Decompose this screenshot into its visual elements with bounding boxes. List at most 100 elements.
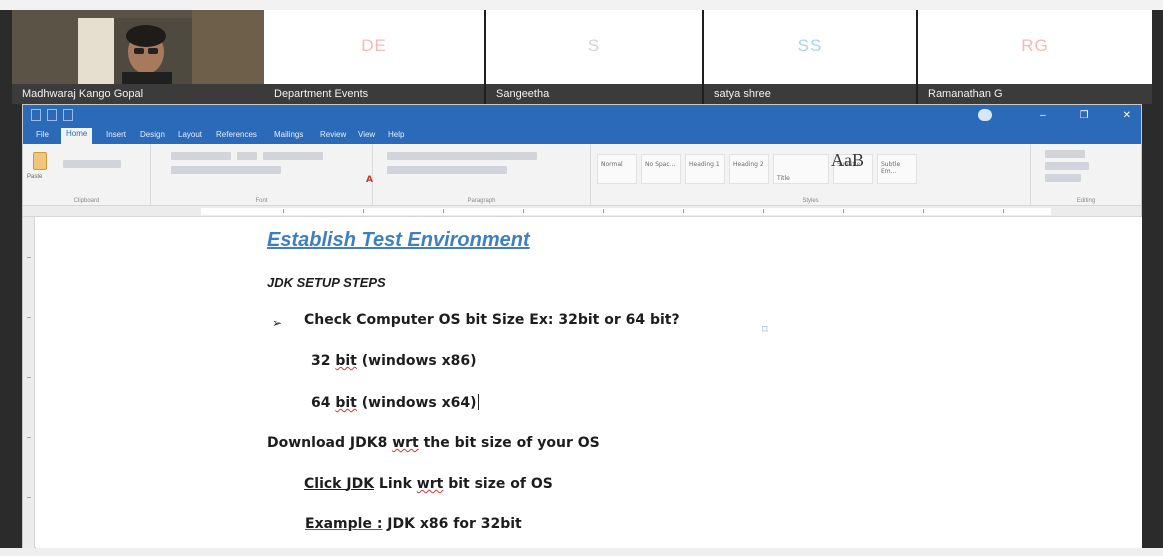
minimize-icon[interactable]: – [1040,105,1046,126]
vertical-ruler[interactable] [23,217,35,549]
group-label: Font [255,198,268,204]
word-title-bar: – ❐ ✕ [23,105,1141,126]
ribbon-group-editing: Editing [1031,144,1141,206]
document-subheading: JDK SETUP STEPS [267,275,386,290]
spellcheck-word: wrt [392,435,419,451]
save-icon[interactable] [31,109,41,121]
ribbon-group-font: A Font [151,144,373,206]
group-label: Editing [1076,198,1096,204]
style-title-sample: AaB [831,150,864,170]
participant-name: Ramanathan G [918,84,1152,104]
text-run: (windows x86) [356,353,477,369]
tab-mailings[interactable]: Mailings [269,129,308,140]
text-run: JDK x86 for 32bit [382,516,522,532]
download-instruction: Download JDK8 wrt the bit size of your O… [267,435,600,451]
ribbon-group-styles: Normal No Spac... Heading 1 Heading 2 Ti… [591,144,1031,206]
participant-tile[interactable]: RG Ramanathan G [918,10,1152,104]
tab-file[interactable]: File [31,129,54,140]
style-heading-2[interactable]: Heading 2 [729,154,769,184]
restore-icon[interactable]: ❐ [1080,105,1089,126]
ribbon-tabs: File Home Insert Design Layout Reference… [23,126,1141,144]
tab-layout[interactable]: Layout [173,129,207,140]
photo-margin-bottom [0,548,1163,556]
select-button[interactable] [1045,174,1081,182]
font-color-icon[interactable]: A [366,175,373,185]
paste-icon[interactable] [33,152,47,170]
ruler-tick [27,317,31,318]
participant-initials: DE [361,36,387,55]
avatar[interactable] [978,109,992,121]
tab-view[interactable]: View [353,129,380,140]
participant-tile-video[interactable]: Madhwaraj Kango Gopal [12,10,272,104]
spellcheck-word: bit [335,395,357,411]
ruler-tick [27,437,31,438]
align-buttons[interactable] [387,166,507,174]
video-background [192,10,272,84]
participant-tile[interactable]: DE Department Events [264,10,484,104]
style-subtle-emphasis[interactable]: Subtle Em... [877,154,917,184]
style-normal[interactable]: Normal [597,154,637,184]
format-painter-button[interactable] [63,160,121,168]
bullet-item: Check Computer OS bit Size Ex: 32bit or … [304,312,680,328]
photo-margin-top [0,0,1163,10]
tab-insert[interactable]: Insert [101,129,131,140]
tab-references[interactable]: References [211,129,262,140]
ruler-tick [683,209,684,213]
click-instruction: Click JDK Link wrt bit size of OS [304,476,553,492]
style-title[interactable]: Title [773,154,829,184]
jdk-link[interactable]: JDK [346,476,374,492]
participant-name: satya shree [704,84,916,104]
participant-initials: RG [1021,36,1049,55]
participant-initials: S [587,36,601,55]
document-page[interactable]: Establish Test Environment JDK SETUP STE… [36,217,1142,548]
style-name: Heading 2 [733,161,764,168]
text-run: 64 [311,395,336,411]
undo-icon[interactable] [47,109,57,121]
text-run: the bit size of your OS [418,435,600,451]
ruler-tick [443,209,444,213]
ruler-tick [283,209,284,213]
option-64bit: 64 bit (windows x64) [311,394,479,411]
redo-icon[interactable] [63,109,73,121]
example-line: Example : JDK x86 for 32bit [305,516,522,532]
participant-video-icon [78,18,198,84]
ruler-tick [923,209,924,213]
replace-button[interactable] [1045,162,1089,170]
bullet-arrow-icon: ➢ [272,316,283,330]
text-run: (windows x64) [356,395,477,411]
close-icon[interactable]: ✕ [1123,105,1131,126]
font-size-buttons[interactable] [263,152,323,160]
font-format-buttons[interactable] [171,166,281,174]
photo-frame: Madhwaraj Kango Gopal DE Department Even… [0,0,1163,556]
list-buttons[interactable] [387,152,537,160]
participant-tile[interactable]: SS satya shree [704,10,916,104]
window-controls: – ❐ ✕ [1040,105,1131,126]
ruler-tick [27,377,31,378]
style-name: Title [777,175,790,182]
tab-home[interactable]: Home [61,128,93,144]
style-heading-1[interactable]: Heading 1 [685,154,725,184]
participant-name: Department Events [264,84,484,104]
tab-design[interactable]: Design [135,129,170,140]
text-run: 32 [311,353,336,369]
horizontal-ruler[interactable] [23,206,1141,217]
ribbon-group-clipboard: Paste Clipboard [23,144,151,206]
find-button[interactable] [1045,150,1085,158]
word-window: – ❐ ✕ File Home Insert Design Layout Ref… [22,104,1142,549]
text-caret [477,394,479,410]
participant-tile[interactable]: S Sangeetha [486,10,702,104]
option-32bit: 32 bit (windows x86) [311,353,477,369]
style-name: Normal [601,161,623,168]
ruler-tick [603,209,604,213]
spellcheck-word: wrt [416,476,444,492]
tab-help[interactable]: Help [383,129,409,140]
participant-name: Sangeetha [486,84,702,104]
font-name-select[interactable] [171,152,231,160]
text-run: bit size of OS [443,476,553,492]
font-size-select[interactable] [237,152,257,160]
example-label: Example : [305,516,383,532]
participant-name: Madhwaraj Kango Gopal [12,84,264,104]
tab-review[interactable]: Review [315,129,351,140]
style-no-spacing[interactable]: No Spac... [641,154,681,184]
ribbon-home: Paste Clipboard A Font Paragraph Normal … [23,144,1141,206]
